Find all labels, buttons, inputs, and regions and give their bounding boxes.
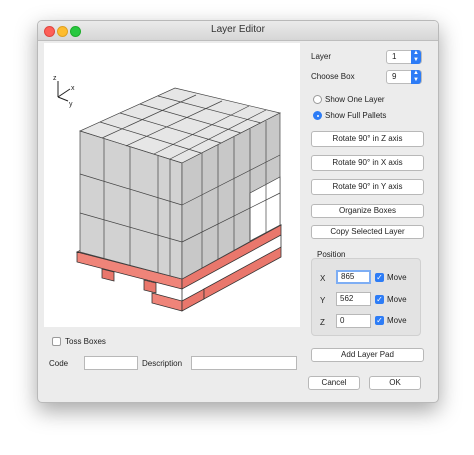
layer-editor-window: Layer Editor z x y Layer 1 ▲ ▼ Choose Bo… <box>37 20 439 403</box>
title-bar[interactable]: Layer Editor <box>38 21 438 41</box>
move-x-checkbox[interactable]: ✓ <box>375 273 384 282</box>
choose-box-stepper[interactable]: 9 ▲ ▼ <box>386 70 422 84</box>
show-one-layer-label[interactable]: Show One Layer <box>325 95 385 104</box>
move-y-checkbox[interactable]: ✓ <box>375 295 384 304</box>
copy-selected-layer-button[interactable]: Copy Selected Layer <box>311 225 424 239</box>
radio-show-full-pallets[interactable] <box>313 111 322 120</box>
pallet-drawing[interactable]: z x y <box>44 43 300 327</box>
move-z-checkbox[interactable]: ✓ <box>375 316 384 325</box>
axis-label-y: y <box>69 101 73 108</box>
position-z-label: Z <box>320 318 325 327</box>
position-x-field[interactable]: 865 <box>336 270 371 284</box>
layer-label: Layer <box>311 52 332 61</box>
axis-label-x: x <box>71 85 75 92</box>
cancel-button[interactable]: Cancel <box>308 376 360 390</box>
position-y-field[interactable]: 562 <box>336 292 371 306</box>
window-title: Layer Editor <box>211 24 265 35</box>
show-full-pallets-label[interactable]: Show Full Pallets <box>325 111 386 120</box>
position-x-label: X <box>320 274 326 283</box>
choose-box-label: Choose Box <box>311 72 355 81</box>
organize-boxes-button[interactable]: Organize Boxes <box>311 204 424 218</box>
stepper-arrows-icon[interactable]: ▲ ▼ <box>411 70 421 84</box>
ok-button[interactable]: OK <box>369 376 421 390</box>
axis-label-z: z <box>53 75 57 82</box>
axis-indicator-icon <box>57 81 71 102</box>
position-z-field[interactable]: 0 <box>336 314 371 328</box>
toss-boxes-label[interactable]: Toss Boxes <box>65 337 106 346</box>
description-label: Description <box>142 359 183 368</box>
rotate-z-button[interactable]: Rotate 90° in Z axis <box>311 131 424 147</box>
radio-show-one-layer[interactable] <box>313 95 322 104</box>
move-y-label[interactable]: Move <box>387 295 407 304</box>
add-layer-pad-button[interactable]: Add Layer Pad <box>311 348 424 362</box>
move-x-label[interactable]: Move <box>387 273 407 282</box>
position-y-label: Y <box>320 296 326 305</box>
rotate-x-button[interactable]: Rotate 90° in X axis <box>311 155 424 171</box>
code-label: Code <box>49 359 69 368</box>
stepper-arrows-icon[interactable]: ▲ ▼ <box>411 50 421 64</box>
description-input[interactable] <box>191 356 297 370</box>
code-input[interactable] <box>84 356 138 370</box>
choose-box-value: 9 <box>392 72 397 81</box>
pallet-3d-view[interactable]: z x y <box>44 43 300 327</box>
layer-stepper[interactable]: 1 ▲ ▼ <box>386 50 422 64</box>
move-z-label[interactable]: Move <box>387 316 407 325</box>
toss-boxes-checkbox[interactable] <box>52 337 61 346</box>
layer-value: 1 <box>392 52 397 61</box>
rotate-y-button[interactable]: Rotate 90° in Y axis <box>311 179 424 195</box>
